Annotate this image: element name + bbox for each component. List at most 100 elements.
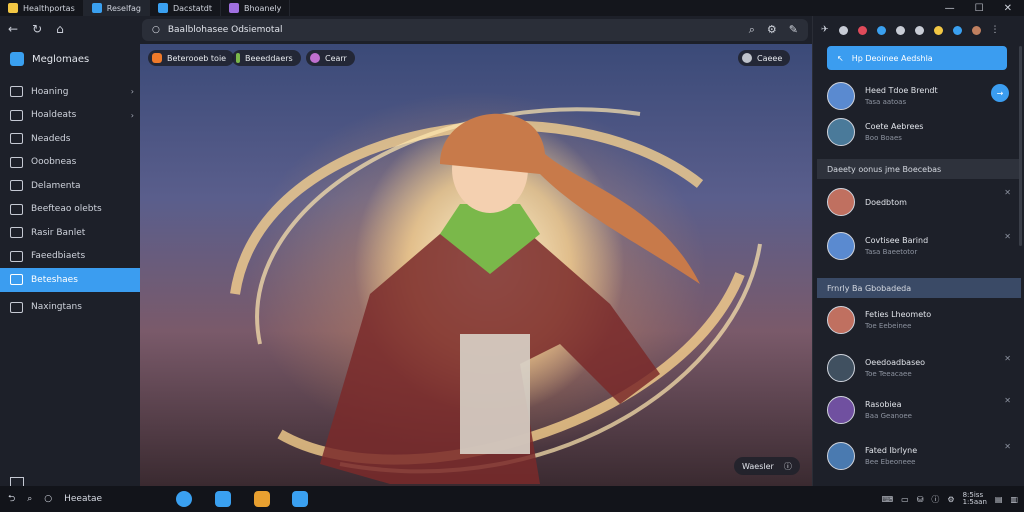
heart-icon (310, 53, 320, 63)
stage-corner-button[interactable]: Caeee (738, 50, 791, 66)
close-icon[interactable]: ✕ (1004, 442, 1011, 451)
list-item[interactable]: Coete Aebrees Boo Boaes (827, 114, 1013, 150)
list-item[interactable]: Covtisee Barind Tasa Baeetotor ✕ (827, 228, 1013, 264)
search-icon[interactable]: ⌕ (749, 23, 755, 37)
sidebar-item-5[interactable]: Delamenta (0, 174, 140, 198)
arrow-right-icon[interactable]: → (991, 84, 1009, 102)
list-item-title: Rasobiea (865, 400, 902, 409)
settings-icon[interactable]: ⚙ (947, 495, 954, 504)
primary-action-button[interactable]: ↖ Hp Deoinee Aedshla (827, 46, 1007, 70)
app-icon (8, 3, 18, 13)
section-header[interactable]: Daeety oonus jme Boecebas (817, 159, 1021, 179)
home-icon[interactable]: ⌂ (56, 22, 64, 36)
search-icon[interactable]: ⌕ (27, 494, 32, 504)
list-item[interactable]: Fated Ibrlyne Bee Ebeoneee ✕ (827, 438, 1013, 474)
extension-icon[interactable] (952, 25, 962, 35)
keyboard-icon[interactable]: ⌨ (882, 495, 894, 504)
list-item[interactable]: Heed Tdoe Brendt Tasa aatoas → (827, 78, 1013, 114)
sidebar-item-9[interactable]: Beteshaes (0, 268, 140, 292)
list-item[interactable]: Rasobiea Baa Geanoee ✕ (827, 392, 1013, 428)
back-icon[interactable]: ← (8, 22, 18, 36)
sidebar-item-4[interactable]: Ooobneas (0, 151, 140, 175)
sidebar-item-icon (10, 250, 23, 262)
sidebar-item-icon (10, 86, 23, 98)
taskbar-search-label[interactable]: Heeatae (64, 494, 102, 504)
sidebar-item-label: Beteshaes (31, 274, 78, 285)
close-icon[interactable]: ✕ (1004, 354, 1011, 363)
tab-1[interactable]: Healthportas (0, 0, 84, 16)
primary-action-label: Hp Deoinee Aedshla (851, 53, 933, 63)
list-item[interactable]: Feties Lheometo Toe Eebeinee (827, 302, 1013, 338)
extension-icon[interactable] (838, 25, 848, 35)
extension-icon[interactable]: ✎ (789, 23, 798, 37)
extension-icon[interactable] (876, 25, 886, 35)
tab-2[interactable]: Reselfag (83, 0, 150, 16)
notification-icon[interactable]: ▤ (995, 495, 1003, 504)
pin-icon[interactable]: ✈ (821, 25, 829, 35)
close-icon[interactable]: ✕ (1004, 188, 1011, 197)
extension-icon[interactable] (933, 25, 943, 35)
tab-label: Healthportas (23, 3, 75, 13)
chevron-right-icon[interactable]: › (131, 87, 134, 96)
maximize-icon[interactable]: ☐ (975, 3, 984, 14)
network-icon[interactable]: ⛁ (917, 495, 924, 504)
sidebar-item-8[interactable]: Faeedbiaets (0, 245, 140, 269)
list-item[interactable]: Doedbtom ✕ (827, 184, 1013, 220)
back-icon[interactable]: ⮌ (8, 491, 15, 507)
settings-icon[interactable]: ⚙ (767, 23, 777, 37)
avatar (827, 118, 855, 146)
sidebar-item-7[interactable]: Rasir Banlet (0, 221, 140, 245)
chevron-right-icon[interactable]: › (131, 111, 134, 120)
store-app-icon[interactable] (215, 491, 231, 507)
sidebar-item-6[interactable]: Beefteao olebts (0, 198, 140, 222)
tab-label: Dacstatdt (172, 3, 213, 13)
chip-1[interactable]: Beterooeb toie (148, 50, 235, 66)
address-value[interactable]: Baalblohasee Odsiemotal (168, 25, 283, 35)
list-item-title: Covtisee Barind (865, 236, 929, 245)
close-icon[interactable]: ✕ (1004, 232, 1011, 241)
app-icon[interactable] (292, 491, 308, 507)
sidebar-item-label: Naxingtans (31, 302, 82, 313)
app-icon (229, 3, 240, 13)
refresh-icon[interactable]: ↻ (32, 22, 42, 36)
close-icon[interactable]: ✕ (1004, 3, 1012, 14)
sidebar-item-2[interactable]: Hoaldeats › (0, 104, 140, 128)
sidebar-item-label: Delamenta (31, 180, 81, 191)
gamepad-icon (742, 53, 752, 63)
tab-4[interactable]: Bhoanely (221, 0, 291, 16)
address-bar[interactable]: ○ Baalblohasee Odsiemotal ⌕ ⚙ ✎ (142, 19, 808, 41)
sidebar-title: Meglomaes (32, 53, 90, 65)
stage-float-button[interactable]: Waesler ⓘ (734, 457, 800, 475)
folder-app-icon[interactable] (254, 491, 270, 507)
chip-2[interactable]: Beeeddaers (232, 50, 301, 66)
minimize-icon[interactable]: — (945, 3, 955, 14)
list-item[interactable]: Oeedoadbaseo Toe Teeacaee ✕ (827, 350, 1013, 386)
sidebar-list: Hoaning › Hoaldeats › Neadeds Ooobneas Delamen… (0, 80, 140, 319)
chip-3[interactable]: Cearr (306, 50, 355, 66)
chip-label: Beterooeb toie (167, 53, 227, 63)
sidebar-item-3[interactable]: Neadeds (0, 127, 140, 151)
list-item-text: Heed Tdoe Brendt Tasa aatoas (865, 86, 938, 106)
more-icon[interactable]: ⋮ (991, 25, 1000, 35)
profile-avatar[interactable] (971, 25, 981, 35)
section-header[interactable]: Frnrly Ba Gbobadeda (817, 278, 1021, 298)
sidebar-item-10[interactable]: Naxingtans (0, 296, 140, 320)
extension-icon[interactable] (895, 25, 905, 35)
sidebar-item-1[interactable]: Hoaning › (0, 80, 140, 104)
close-icon[interactable]: ✕ (1004, 396, 1011, 405)
avatar (827, 188, 855, 216)
extension-icon[interactable] (914, 25, 924, 35)
chip-label: Cearr (325, 53, 347, 63)
desktop-icon[interactable]: ▥ (1010, 495, 1018, 504)
clock[interactable]: 8:5iss 1:5aan (963, 492, 987, 506)
extension-icon[interactable] (857, 25, 867, 35)
info-icon[interactable]: ⓘ (931, 494, 939, 505)
tab-3[interactable]: Dacstatdt (150, 0, 222, 16)
info-icon: ⓘ (783, 461, 792, 471)
avatar (827, 232, 855, 260)
system-tray: ⌨ ▭ ⛁ ⓘ ⚙ 8:5iss 1:5aan ▤ ▥ (882, 492, 1018, 506)
sidebar-item-label: Beefteao olebts (31, 204, 102, 215)
scrollbar[interactable] (1019, 46, 1022, 246)
browser-app-icon[interactable] (176, 491, 192, 507)
monitor-icon[interactable]: ▭ (901, 495, 909, 504)
